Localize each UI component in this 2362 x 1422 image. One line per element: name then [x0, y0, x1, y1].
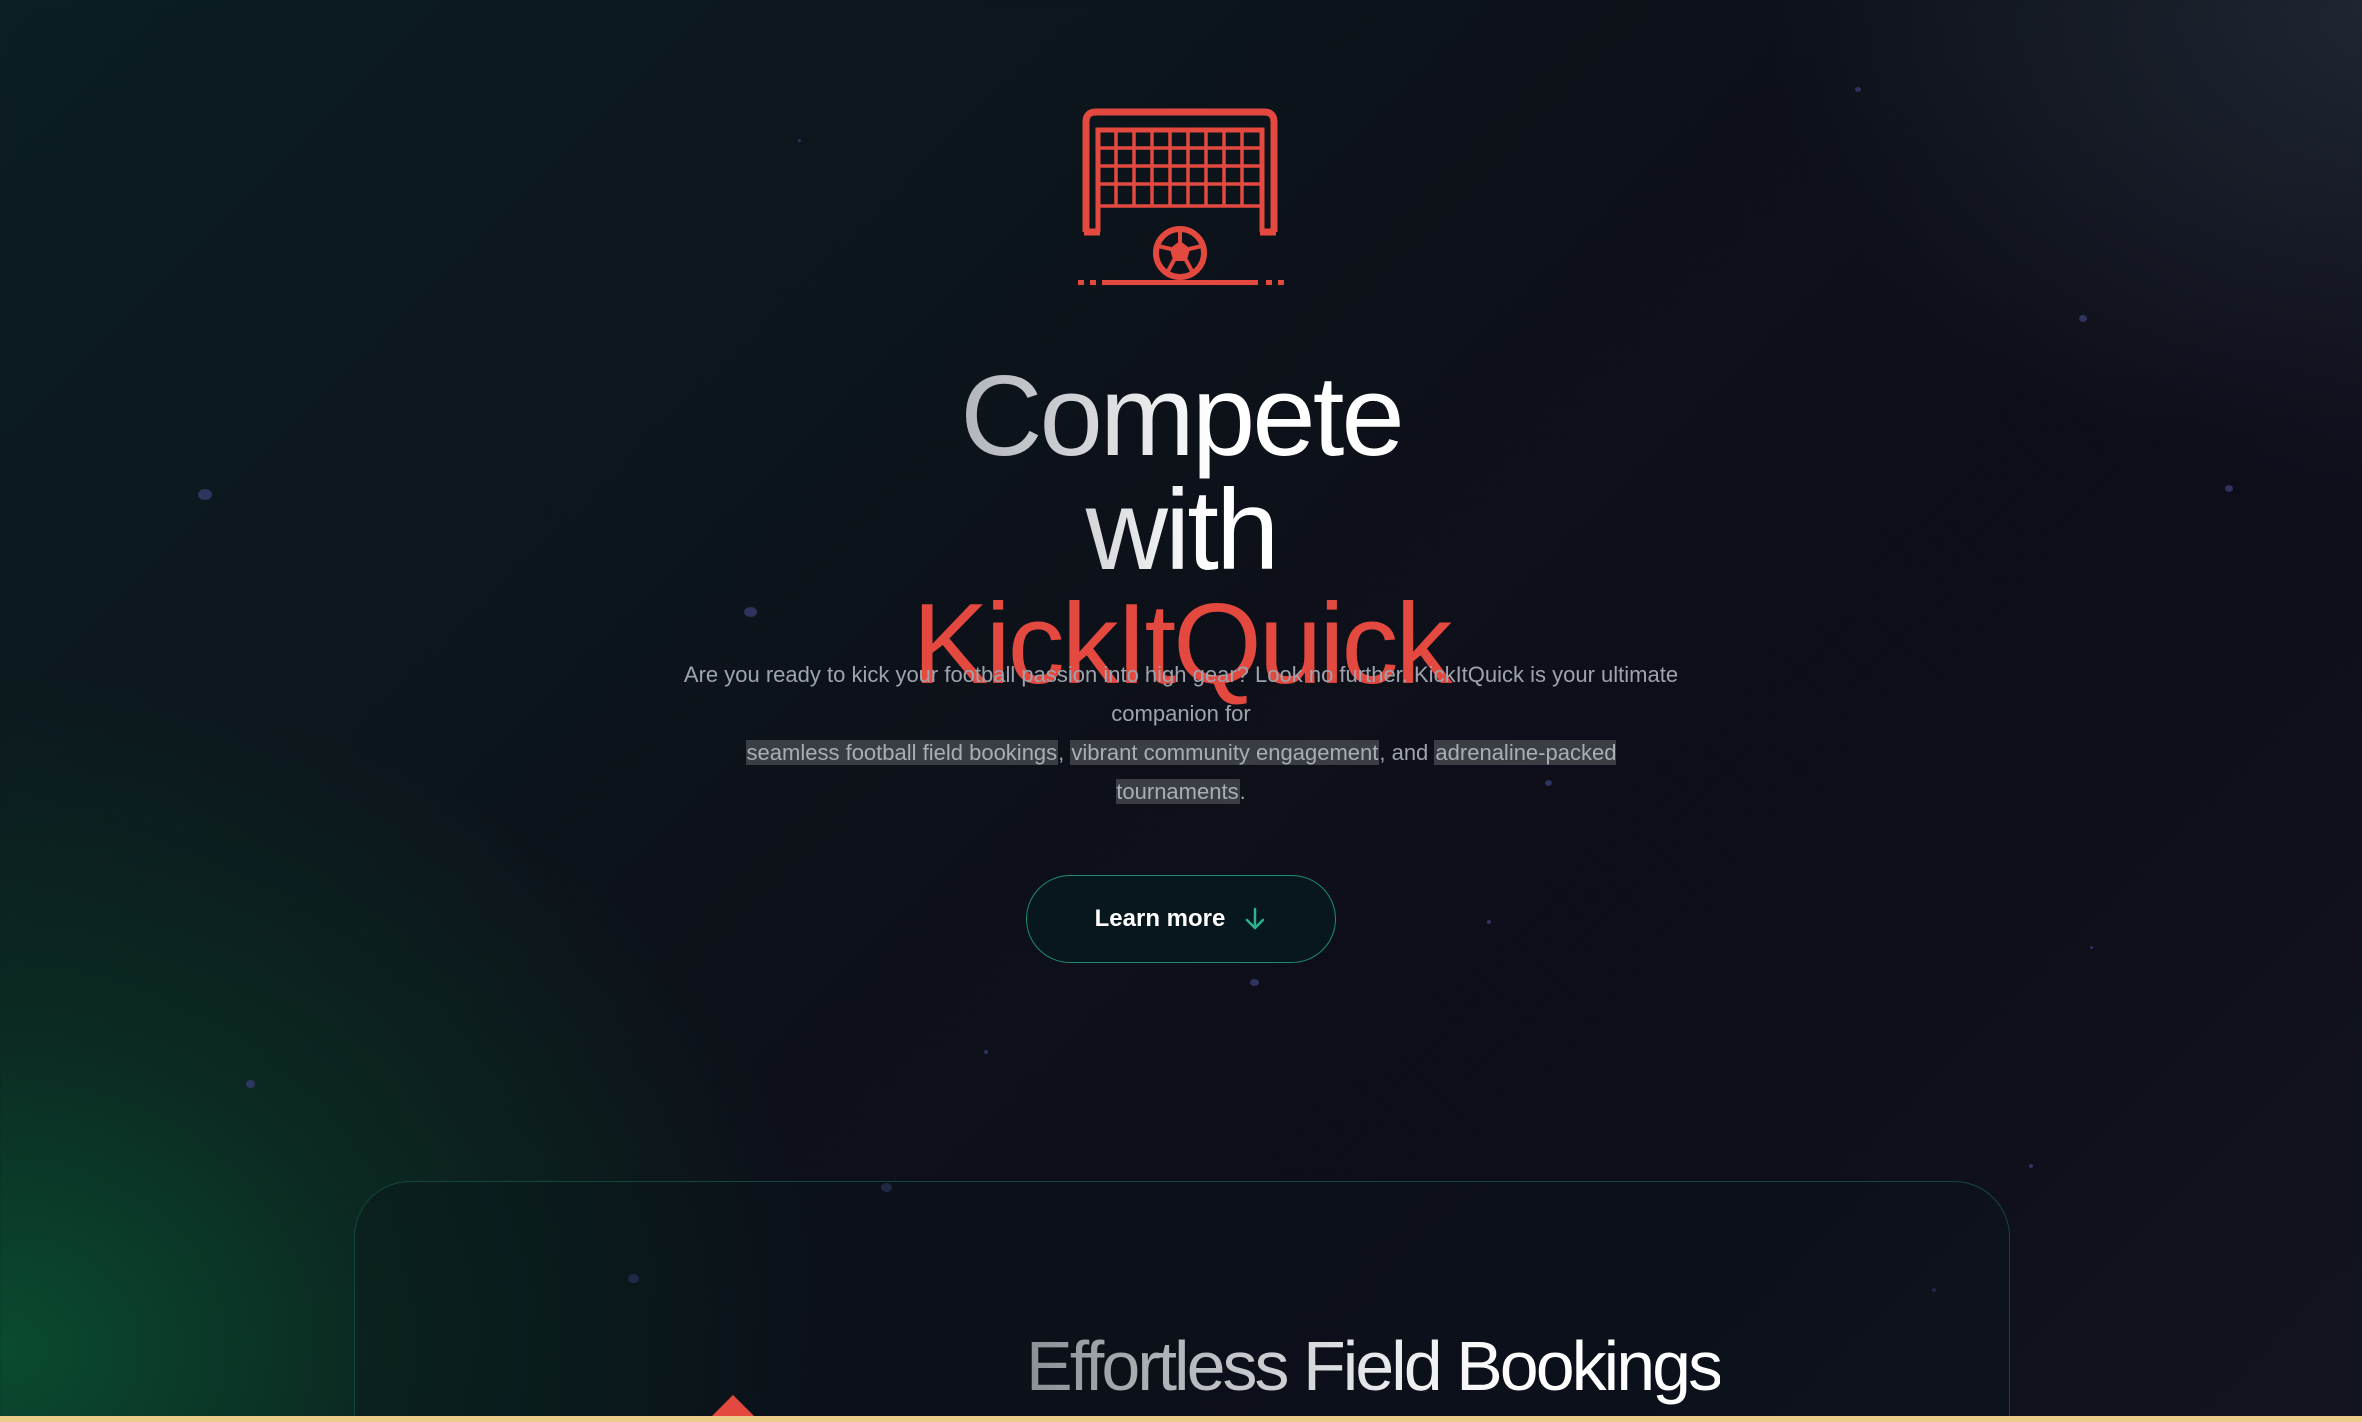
learn-more-label: Learn more	[1094, 905, 1226, 932]
headline-line-1: Compete with	[861, 360, 1501, 588]
arrow-down-icon	[1243, 906, 1267, 932]
soccer-goal-icon	[1076, 108, 1286, 292]
particle	[2029, 1164, 2033, 1168]
intro-text: Are you ready to kick your football pass…	[683, 662, 1679, 726]
intro-highlight-community: vibrant community engagement	[1070, 740, 1380, 765]
hero-headline: Compete with KickItQuick	[0, 360, 2362, 702]
feature-title: Effortless Field Bookings	[1026, 1327, 1723, 1405]
intro-separator: ,	[1058, 740, 1065, 765]
bottom-bar	[0, 1416, 2362, 1422]
hero-intro: Are you ready to kick your football pass…	[681, 655, 1681, 811]
intro-end: .	[1239, 779, 1246, 804]
learn-more-button[interactable]: Learn more	[1026, 875, 1336, 963]
particle	[246, 1080, 255, 1088]
hero-section: Compete with KickItQuick Are you ready t…	[0, 0, 2362, 1000]
intro-separator: , and	[1379, 740, 1429, 765]
particle	[984, 1050, 988, 1054]
intro-highlight-bookings: seamless football field bookings	[745, 740, 1059, 765]
